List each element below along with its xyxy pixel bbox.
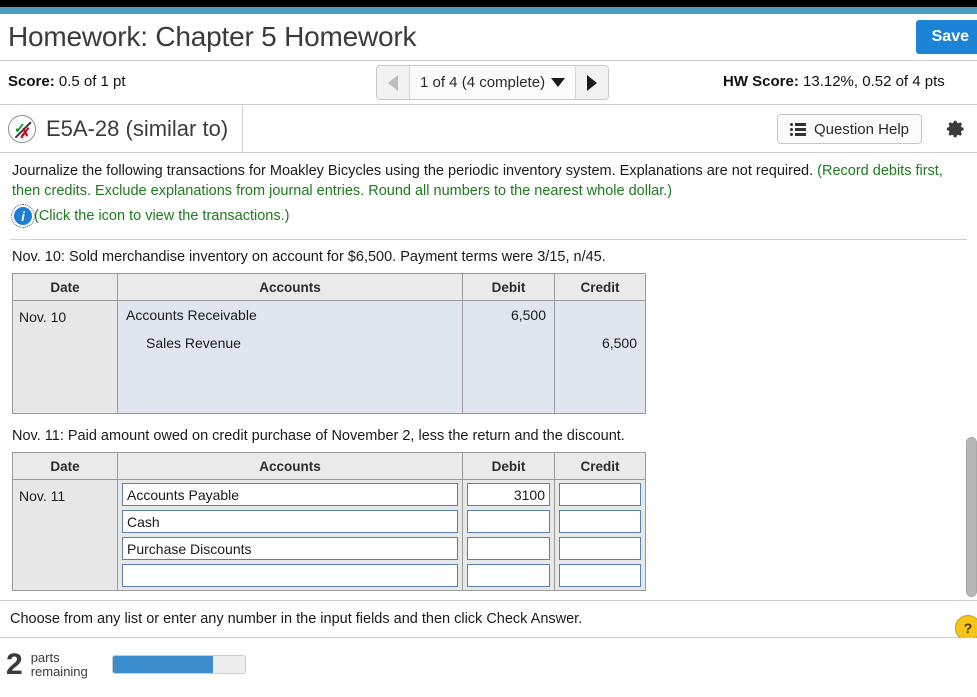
hw-score-value: 13.12%, 0.52 of 4 pts — [798, 73, 945, 90]
question-header: ✓ ✗ E5A-28 (similar to) Question Help — [0, 104, 977, 153]
col-header-accounts: Accounts — [117, 273, 462, 301]
col-header-date: Date — [12, 452, 117, 480]
parts-count: 2 — [6, 648, 23, 681]
hint-text: Choose from any list or enter any number… — [10, 611, 583, 627]
table-row: Nov. 11 — [12, 480, 646, 591]
table-header-row: Date Accounts Debit Credit — [12, 273, 646, 301]
view-transactions-label: (Click the icon to view the transactions… — [34, 208, 290, 224]
col-header-debit: Debit — [462, 273, 554, 301]
hw-score: HW Score: 13.12%, 0.52 of 4 pts — [723, 73, 945, 90]
instructions-lead: Journalize the following transactions fo… — [12, 163, 818, 179]
red-cross-glyph: ✗ — [19, 124, 31, 141]
hint-bar: Choose from any list or enter any number… — [0, 600, 977, 641]
score-label: Score: — [8, 73, 55, 90]
score-value: 0.5 of 1 pt — [54, 73, 126, 90]
account-input-row-2[interactable] — [122, 510, 458, 533]
gear-icon[interactable] — [943, 117, 967, 141]
credit-column: 6,500 — [554, 301, 646, 414]
account-input-row-3[interactable] — [122, 537, 458, 560]
account-name: Sales Revenue — [146, 335, 241, 351]
entry-date: Nov. 11 — [12, 480, 117, 591]
view-transactions-line: i (Click the icon to view the transactio… — [0, 201, 977, 228]
question-selector[interactable]: 1 of 4 (4 complete) — [410, 66, 576, 99]
progress-bar-fill — [113, 656, 214, 673]
question-help-label: Question Help — [813, 120, 909, 138]
account-input-row-1[interactable] — [122, 483, 458, 506]
scrollbar-thumb[interactable] — [966, 437, 977, 597]
transaction-1-prompt: Nov. 10: Sold merchandise inventory on a… — [12, 249, 606, 265]
accounts-column — [117, 480, 462, 591]
hw-score-label: HW Score: — [723, 73, 799, 90]
account-name: Accounts Receivable — [126, 307, 257, 323]
account-input-row-4[interactable] — [122, 564, 458, 587]
credit-value — [555, 301, 645, 329]
debit-value — [463, 329, 554, 357]
debit-input-row-1[interactable] — [467, 483, 550, 506]
check-cross-circle-icon: ✓ ✗ — [8, 114, 36, 143]
entry-date: Nov. 10 — [12, 301, 117, 414]
transaction-2-prompt: Nov. 11: Paid amount owed on credit purc… — [12, 428, 625, 444]
title-bar: Homework: Chapter 5 Homework Save — [0, 14, 977, 61]
vertical-scrollbar[interactable] — [966, 437, 977, 597]
parts-word-2: remaining — [30, 664, 88, 679]
caret-down-icon — [551, 78, 566, 87]
question-score: Score: 0.5 of 1 pt — [8, 73, 126, 90]
col-header-credit: Credit — [554, 452, 646, 480]
save-button[interactable]: Save — [915, 20, 977, 54]
parts-remaining-label: parts remaining — [31, 651, 88, 679]
instructions-text: Journalize the following transactions fo… — [0, 153, 977, 201]
info-circle-icon[interactable]: i — [11, 204, 35, 228]
question-help-button[interactable]: Question Help — [776, 114, 922, 144]
homework-page: Homework: Chapter 5 Homework Save Score:… — [0, 0, 977, 697]
col-header-accounts: Accounts — [117, 452, 462, 480]
exercise-label: E5A-28 (similar to) — [36, 104, 244, 153]
credit-value: 6,500 — [601, 335, 637, 351]
accounts-column: Accounts Receivable Sales Revenue — [117, 301, 462, 414]
pager-label-text: 1 of 4 (4 complete) — [420, 74, 546, 91]
list-lines-icon — [789, 122, 806, 136]
debit-value: 6,500 — [510, 307, 546, 323]
debit-input-row-2[interactable] — [467, 510, 550, 533]
prev-question-button[interactable] — [377, 66, 410, 99]
credit-column — [554, 480, 646, 591]
parts-word-1: parts — [30, 650, 60, 665]
browser-chrome-strip — [0, 0, 977, 7]
table-row: Nov. 10 Accounts Receivable Sales Revenu… — [12, 301, 646, 414]
app-accent-strip — [0, 7, 977, 14]
col-header-credit: Credit — [554, 273, 646, 301]
journal-table-1: Date Accounts Debit Credit Nov. 10 Accou… — [12, 273, 646, 414]
table-header-row: Date Accounts Debit Credit — [12, 452, 646, 480]
next-question-button[interactable] — [575, 66, 609, 99]
credit-input-row-2[interactable] — [559, 510, 641, 533]
debit-column — [462, 480, 554, 591]
col-header-date: Date — [12, 273, 117, 301]
triangle-left-icon — [388, 74, 398, 91]
question-pager: 1 of 4 (4 complete) — [376, 65, 610, 100]
question-content: Journalize the following transactions fo… — [0, 153, 977, 600]
debit-input-row-4[interactable] — [467, 564, 550, 587]
debit-column: 6,500 — [462, 301, 554, 414]
progress-bar — [112, 655, 246, 674]
col-header-debit: Debit — [462, 452, 554, 480]
credit-input-row-1[interactable] — [559, 483, 641, 506]
page-title: Homework: Chapter 5 Homework — [8, 21, 417, 52]
score-bar: Score: 0.5 of 1 pt 1 of 4 (4 complete) H… — [0, 61, 977, 105]
credit-input-row-3[interactable] — [559, 537, 641, 560]
debit-input-row-3[interactable] — [467, 537, 550, 560]
credit-input-row-4[interactable] — [559, 564, 641, 587]
journal-table-2: Date Accounts Debit Credit Nov. 11 — [12, 452, 646, 591]
triangle-right-icon — [587, 74, 598, 91]
parts-remaining: 2 parts remaining — [6, 650, 88, 680]
